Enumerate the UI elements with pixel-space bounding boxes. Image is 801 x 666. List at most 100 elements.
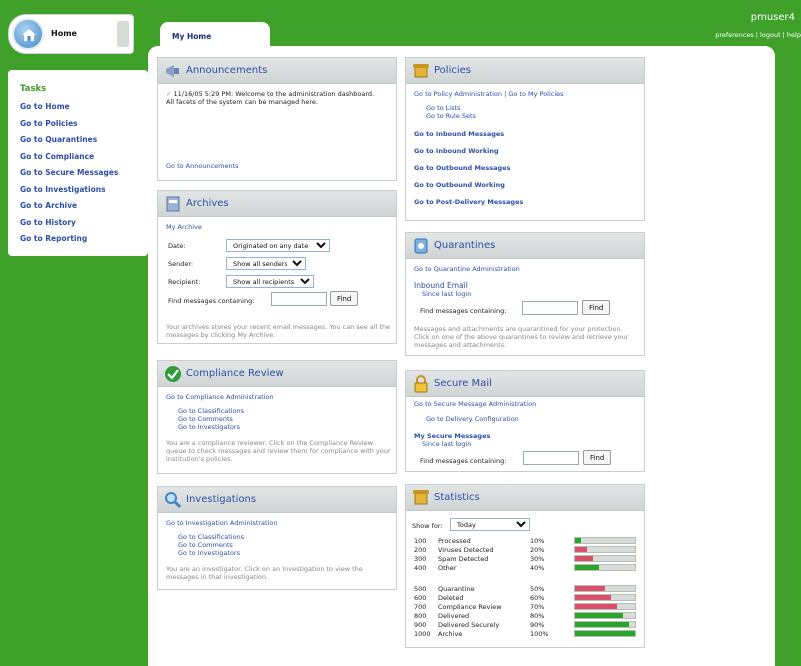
stat-bar-fill [575, 604, 617, 609]
stat-count: 900 [414, 621, 427, 629]
home-widget[interactable]: Home [8, 14, 134, 54]
stat-percent: 40% [530, 564, 545, 572]
statistics-header: Statistics [406, 485, 644, 511]
sender-select[interactable]: Show all senders [226, 257, 306, 270]
home-icon[interactable] [12, 18, 44, 50]
tasks-sidebar: Tasks Go to Home Go to Policies Go to Qu… [8, 70, 148, 256]
stat-label: Delivered Securely [438, 621, 500, 629]
stat-label: Deleted [438, 594, 464, 602]
investigation-investigators-link[interactable]: Go to Investigators [178, 549, 240, 557]
show-for-label: Show for: [412, 522, 443, 530]
statistics-panel: Statistics Show for: Today 100 Processed 1… [405, 484, 645, 648]
home-collapse-handle[interactable] [117, 21, 129, 47]
delivery-configuration-link[interactable]: Go to Delivery Configuration [426, 415, 519, 423]
inbound-messages-link[interactable]: Go to Inbound Messages [414, 130, 504, 138]
my-secure-messages-link[interactable]: My Secure Messages [414, 432, 490, 440]
stat-bar [574, 594, 636, 601]
inbound-email-link[interactable]: Inbound Email [414, 282, 468, 290]
investigation-classifications-link[interactable]: Go to Classifications [178, 533, 244, 541]
compliance-admin-link[interactable]: Go to Compliance Administration [166, 393, 274, 401]
policy-rule-sets-link[interactable]: Go to Rule Sets [426, 112, 476, 120]
stat-count: 100 [414, 537, 427, 545]
policies-panel: Policies Go to Policy Administration | G… [405, 57, 645, 221]
archive-search-input[interactable] [271, 292, 327, 306]
task-link-archive[interactable]: Go to Archive [20, 201, 118, 218]
stat-label: Compliance Review [438, 603, 502, 611]
stat-count: 300 [414, 555, 427, 563]
quarantine-admin-link[interactable]: Go to Quarantine Administration [414, 265, 520, 273]
stat-bar-fill [575, 613, 623, 618]
archive-find-label: Find messages containing: [168, 297, 255, 305]
tab-my-home[interactable]: My Home [160, 22, 270, 54]
sender-label: Sender: [168, 260, 194, 268]
stat-count: 500 [414, 585, 427, 593]
quarantine-search-input[interactable] [522, 301, 578, 315]
stat-label: Processed [438, 537, 471, 545]
investigation-comments-link[interactable]: Go to Comments [178, 541, 233, 549]
scroll-icon [413, 64, 429, 78]
quarantines-description: Messages and attachments are quarantined… [414, 325, 629, 349]
stat-percent: 20% [530, 546, 545, 554]
stat-bar [574, 612, 636, 619]
task-link-investigations[interactable]: Go to Investigations [20, 185, 118, 202]
announcement-message: ✓ 11/16/05 5:29 PM: Welcome to the admin… [166, 90, 376, 106]
stat-bar-fill [575, 565, 599, 570]
checkmark-icon: ✓ [166, 90, 174, 98]
quarantine-find-button[interactable]: Find [582, 300, 611, 315]
secure-mail-panel: Secure Mail Go to Secure Message Adminis… [405, 370, 645, 472]
compliance-classifications-link[interactable]: Go to Classifications [178, 407, 244, 415]
task-link-quarantines[interactable]: Go to Quarantines [20, 135, 118, 152]
stat-bar-fill [575, 538, 581, 543]
recipient-select[interactable]: Show all recipients [226, 275, 314, 288]
secure-message-admin-link[interactable]: Go to Secure Message Administration [414, 400, 536, 408]
task-link-secure-messages[interactable]: Go to Secure Messages [20, 168, 118, 185]
user-links[interactable]: preferences | logout | help [715, 31, 801, 39]
outbound-messages-link[interactable]: Go to Outbound Messages [414, 164, 510, 172]
post-delivery-messages-link[interactable]: Go to Post-Delivery Messages [414, 198, 523, 206]
investigation-admin-link[interactable]: Go to Investigation Administration [166, 519, 277, 527]
compliance-description: You are a compliance reviewer. Click on … [166, 439, 391, 463]
stat-percent: 30% [530, 555, 545, 563]
secure-mail-header: Secure Mail [406, 371, 644, 397]
compliance-investigators-link[interactable]: Go to Investigators [178, 423, 240, 431]
task-link-history[interactable]: Go to History [20, 218, 118, 235]
announcements-link[interactable]: Go to Announcements [166, 162, 239, 170]
quarantine-since-link[interactable]: Since last login [422, 290, 471, 298]
stat-count: 700 [414, 603, 427, 611]
stat-bar [574, 585, 636, 592]
lock-icon [414, 375, 428, 393]
compliance-panel: Compliance Review Go to Compliance Admin… [157, 360, 397, 474]
task-link-home[interactable]: Go to Home [20, 102, 118, 119]
secure-since-link[interactable]: Since last login [422, 440, 471, 448]
stat-bar [574, 564, 636, 571]
outbound-working-link[interactable]: Go to Outbound Working [414, 181, 505, 189]
stat-bar [574, 630, 636, 637]
secure-find-button[interactable]: Find [583, 450, 612, 465]
stat-bar-fill [575, 595, 611, 600]
stat-count: 600 [414, 594, 427, 602]
announcements-header: Announcements [158, 58, 396, 84]
investigations-title: Investigations [186, 494, 257, 505]
policy-top-links[interactable]: Go to Policy Administration | Go to My P… [414, 90, 564, 98]
secure-search-input[interactable] [523, 451, 579, 465]
quarantines-panel: Quarantines Go to Quarantine Administrat… [405, 232, 645, 356]
my-archive-link[interactable]: My Archive [166, 223, 202, 231]
task-link-reporting[interactable]: Go to Reporting [20, 234, 118, 251]
compliance-comments-link[interactable]: Go to Comments [178, 415, 233, 423]
archives-panel: Archives My Archive Date: Originated on … [157, 190, 397, 344]
compliance-header: Compliance Review [158, 361, 396, 387]
stat-percent: 60% [530, 594, 545, 602]
policies-title: Policies [434, 65, 471, 76]
archive-find-button[interactable]: Find [330, 291, 359, 306]
task-link-policies[interactable]: Go to Policies [20, 119, 118, 136]
policy-lists-link[interactable]: Go to Lists [426, 104, 460, 112]
inbound-working-link[interactable]: Go to Inbound Working [414, 147, 499, 155]
stat-bar-fill [575, 622, 629, 627]
date-select[interactable]: Originated on any date [226, 239, 330, 252]
tasks-title: Tasks [20, 84, 47, 94]
stat-percent: 80% [530, 612, 545, 620]
stat-count: 800 [414, 612, 427, 620]
recipient-label: Recipient: [168, 278, 201, 286]
show-for-select[interactable]: Today [450, 518, 530, 531]
task-link-compliance[interactable]: Go to Compliance [20, 152, 118, 169]
